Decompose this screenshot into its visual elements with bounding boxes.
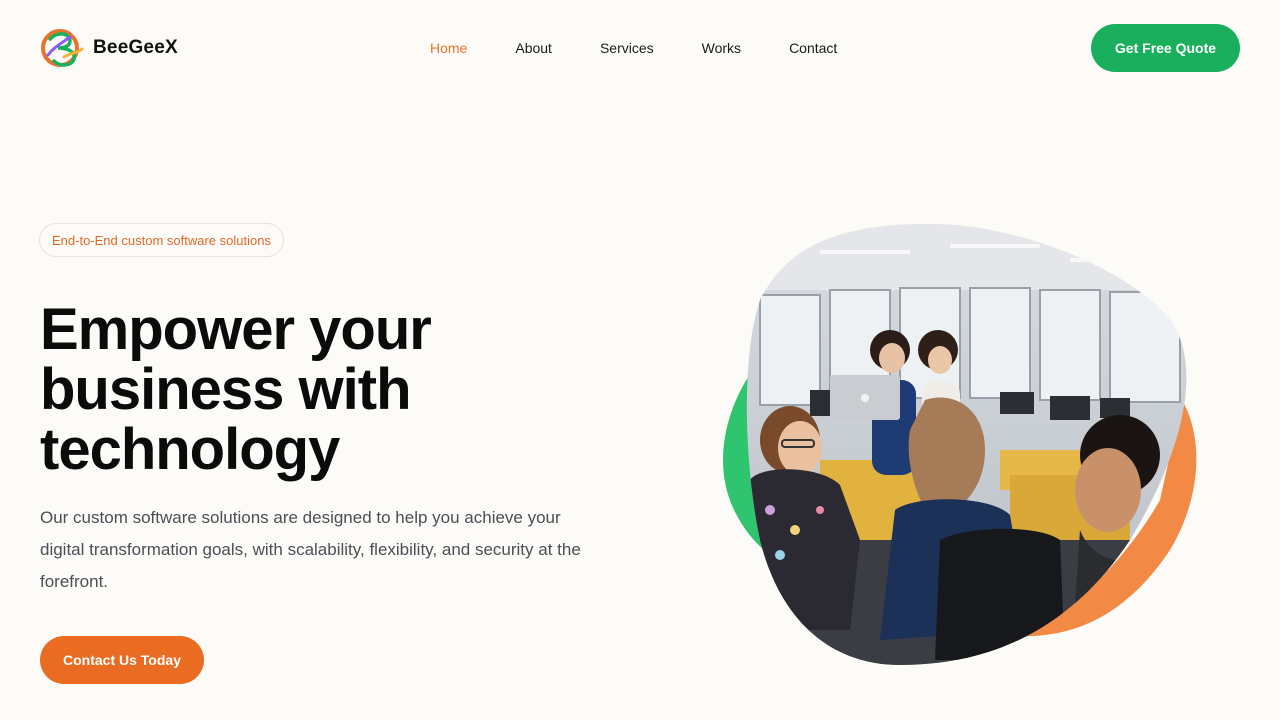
site-header: BeeGeeX Home About Services Works Contac…	[0, 0, 1280, 96]
nav-item-services[interactable]: Services	[600, 38, 654, 58]
nav-item-contact[interactable]: Contact	[789, 38, 837, 58]
brand-name: BeeGeeX	[93, 37, 178, 58]
nav-item-home[interactable]: Home	[430, 38, 467, 58]
hero-headline-line-3: technology	[40, 417, 340, 482]
hero-headline-line-1: Empower your	[40, 297, 432, 362]
brand-logo[interactable]: BeeGeeX	[40, 27, 178, 69]
contact-us-button[interactable]: Contact Us Today	[40, 636, 204, 684]
main-nav: Home About Services Works Contact	[430, 38, 885, 58]
beegeex-logo-icon	[41, 29, 84, 67]
office-team-photo	[746, 224, 1187, 665]
hero-headline: Empower your business with technology	[40, 300, 600, 480]
hero-headline-line-2: business with	[40, 357, 412, 422]
hero-image	[723, 224, 1197, 665]
nav-item-works[interactable]: Works	[702, 38, 741, 58]
nav-item-about[interactable]: About	[515, 38, 552, 58]
get-free-quote-button[interactable]: Get Free Quote	[1091, 24, 1240, 72]
hero-badge: End-to-End custom software solutions	[39, 223, 284, 257]
hero-description: Our custom software solutions are design…	[40, 508, 581, 591]
